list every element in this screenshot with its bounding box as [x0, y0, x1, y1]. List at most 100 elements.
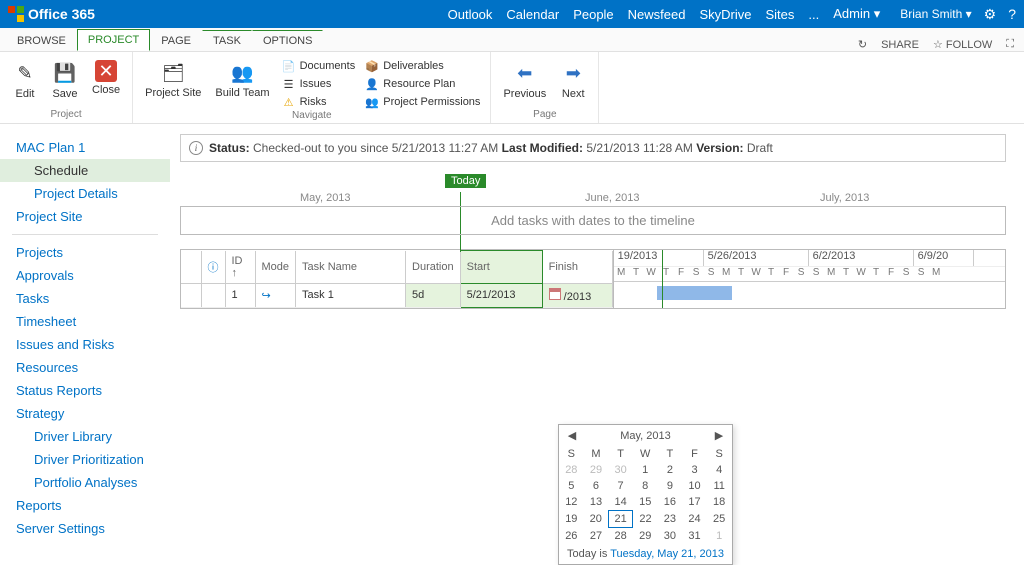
brand-logo[interactable]: Office 365: [8, 6, 95, 22]
dp-day[interactable]: 30: [658, 528, 683, 545]
nav-projects[interactable]: Projects: [0, 241, 170, 264]
documents-link[interactable]: 📄Documents: [280, 58, 358, 74]
dp-day[interactable]: 15: [633, 494, 658, 511]
deliverables-link[interactable]: 📦Deliverables: [363, 58, 482, 74]
save-button[interactable]: 💾Save: [48, 58, 82, 102]
project-site-button[interactable]: 🗂Project Site: [141, 58, 205, 101]
project-permissions-link[interactable]: 👥Project Permissions: [363, 94, 482, 110]
nav-project-details[interactable]: Project Details: [0, 182, 170, 205]
cell-start[interactable]: 5/21/2013: [460, 283, 542, 307]
col-id[interactable]: ID ↑: [225, 251, 255, 284]
dp-today-link[interactable]: Tuesday, May 21, 2013: [610, 548, 724, 560]
issues-link[interactable]: ☰Issues: [280, 76, 358, 92]
col-duration[interactable]: Duration: [406, 251, 461, 284]
help-icon[interactable]: ?: [1008, 6, 1016, 22]
dp-day[interactable]: 22: [633, 511, 658, 528]
nav-resources[interactable]: Resources: [0, 356, 170, 379]
nav-issues-risks[interactable]: Issues and Risks: [0, 333, 170, 356]
dp-day[interactable]: 3: [682, 462, 707, 478]
nav-newsfeed[interactable]: Newsfeed: [628, 7, 686, 22]
dp-next[interactable]: ▶: [712, 429, 726, 442]
dp-day[interactable]: 19: [559, 511, 584, 528]
follow-button[interactable]: ☆ FOLLOW: [933, 38, 992, 51]
nav-driver-prioritization[interactable]: Driver Prioritization: [0, 448, 170, 471]
nav-reports[interactable]: Reports: [0, 494, 170, 517]
dp-prev[interactable]: ◀: [565, 429, 579, 442]
nav-approvals[interactable]: Approvals: [0, 264, 170, 287]
nav-timesheet[interactable]: Timesheet: [0, 310, 170, 333]
gantt-bar-task1[interactable]: [657, 286, 732, 300]
dp-day[interactable]: 7: [608, 478, 633, 494]
dp-day[interactable]: 29: [633, 528, 658, 545]
nav-portfolio-analyses[interactable]: Portfolio Analyses: [0, 471, 170, 494]
dp-day[interactable]: 4: [707, 462, 732, 478]
dp-day[interactable]: 5: [559, 478, 584, 494]
sync-button[interactable]: ↻: [858, 38, 867, 51]
dp-day[interactable]: 1: [707, 528, 732, 545]
nav-status-reports[interactable]: Status Reports: [0, 379, 170, 402]
nav-project-site[interactable]: Project Site: [0, 205, 170, 228]
cell-task-name[interactable]: Task 1: [296, 283, 406, 307]
tab-project[interactable]: PROJECT: [77, 29, 150, 51]
close-button[interactable]: ✕Close: [88, 58, 124, 98]
col-task-name[interactable]: Task Name: [296, 251, 406, 284]
dp-day[interactable]: 16: [658, 494, 683, 511]
dp-day[interactable]: 29: [584, 462, 609, 478]
nav-outlook[interactable]: Outlook: [448, 7, 493, 22]
nav-admin[interactable]: Admin ▾: [833, 6, 880, 22]
edit-button[interactable]: ✎Edit: [8, 58, 42, 102]
tab-options[interactable]: OPTIONS: [252, 30, 324, 51]
dp-day[interactable]: 30: [608, 462, 633, 478]
risks-link[interactable]: ⚠Risks: [280, 94, 358, 110]
dp-day[interactable]: 18: [707, 494, 732, 511]
dp-day[interactable]: 27: [584, 528, 609, 545]
tab-page[interactable]: PAGE: [150, 30, 202, 51]
nav-people[interactable]: People: [573, 7, 613, 22]
nav-more[interactable]: ...: [808, 7, 819, 22]
resource-plan-link[interactable]: 👤Resource Plan: [363, 76, 482, 92]
dp-day[interactable]: 26: [559, 528, 584, 545]
nav-server-settings[interactable]: Server Settings: [0, 517, 170, 540]
build-team-button[interactable]: 👥Build Team: [211, 58, 273, 101]
dp-day[interactable]: 21: [608, 511, 633, 528]
dp-day[interactable]: 23: [658, 511, 683, 528]
dp-day[interactable]: 31: [682, 528, 707, 545]
previous-button[interactable]: ⬅Previous: [499, 58, 550, 102]
dp-day[interactable]: 2: [658, 462, 683, 478]
col-info[interactable]: ⓘ: [201, 251, 225, 284]
dp-day[interactable]: 10: [682, 478, 707, 494]
next-button[interactable]: ➡Next: [556, 58, 590, 102]
col-start[interactable]: Start: [460, 251, 542, 284]
task-row[interactable]: 1 ↪ Task 1 5d 5/21/2013 /2013: [181, 283, 612, 307]
dp-day[interactable]: 11: [707, 478, 732, 494]
nav-tasks[interactable]: Tasks: [0, 287, 170, 310]
gantt-chart[interactable]: 19/2013 5/26/2013 6/2/2013 6/9/20 MTWTFS…: [614, 249, 1006, 309]
nav-sites[interactable]: Sites: [766, 7, 795, 22]
tab-browse[interactable]: BROWSE: [6, 30, 77, 51]
dp-day[interactable]: 8: [633, 478, 658, 494]
cell-duration[interactable]: 5d: [406, 283, 461, 307]
timeline-dropzone[interactable]: Add tasks with dates to the timeline: [180, 206, 1006, 235]
dp-day[interactable]: 14: [608, 494, 633, 511]
calendar-icon[interactable]: [549, 288, 561, 300]
fullscreen-button[interactable]: ⛶: [1006, 38, 1014, 51]
nav-mac-plan[interactable]: MAC Plan 1: [0, 136, 170, 159]
dp-day[interactable]: 6: [584, 478, 609, 494]
nav-strategy[interactable]: Strategy: [0, 402, 170, 425]
gear-icon[interactable]: ⚙: [984, 6, 997, 23]
col-finish[interactable]: Finish: [542, 251, 612, 284]
tab-task[interactable]: TASK: [202, 30, 252, 51]
nav-driver-library[interactable]: Driver Library: [0, 425, 170, 448]
dp-day[interactable]: 25: [707, 511, 732, 528]
dp-day[interactable]: 20: [584, 511, 609, 528]
dp-day[interactable]: 12: [559, 494, 584, 511]
user-menu[interactable]: Brian Smith ▾: [900, 7, 971, 21]
cell-mode[interactable]: ↪: [255, 283, 296, 307]
dp-day[interactable]: 13: [584, 494, 609, 511]
cell-id[interactable]: 1: [225, 283, 255, 307]
share-button[interactable]: SHARE: [881, 39, 919, 51]
nav-skydrive[interactable]: SkyDrive: [699, 7, 751, 22]
dp-day[interactable]: 1: [633, 462, 658, 478]
nav-schedule[interactable]: Schedule: [0, 159, 170, 182]
dp-day[interactable]: 28: [559, 462, 584, 478]
